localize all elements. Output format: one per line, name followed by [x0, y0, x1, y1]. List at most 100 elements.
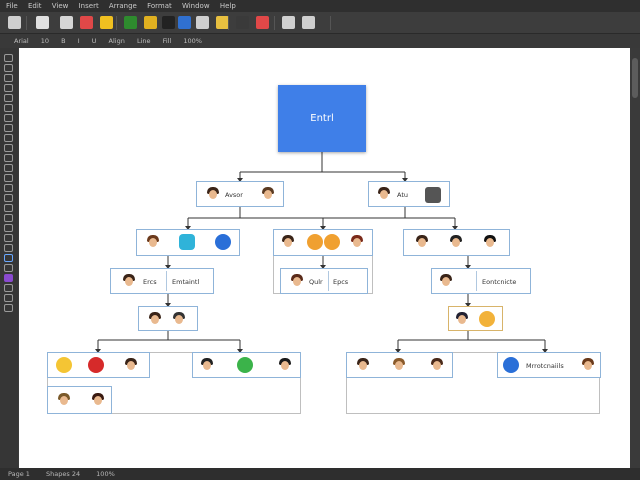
- toolbar-button-12[interactable]: [236, 16, 249, 29]
- org-node-l3-right[interactable]: Eontcnicte: [431, 268, 531, 294]
- node-label: Eontcnicte: [482, 278, 517, 286]
- org-node-l2-left[interactable]: [136, 229, 240, 256]
- tool-palette-button-22[interactable]: [4, 264, 13, 272]
- org-node-l3-left[interactable]: Ercs Emtaintl: [110, 268, 214, 294]
- toolbar-button-7[interactable]: [144, 16, 157, 29]
- tool-palette-button-25[interactable]: [4, 294, 13, 302]
- avatar: [349, 234, 365, 250]
- node-divider: [166, 271, 167, 291]
- emoji-icon: [324, 234, 340, 250]
- font-family-select[interactable]: Arial: [14, 37, 29, 45]
- toolbar-button-3[interactable]: [60, 16, 73, 29]
- tool-palette-button-17[interactable]: [4, 214, 13, 222]
- avatar: [121, 273, 137, 289]
- plant-icon: [237, 357, 253, 373]
- font-size-select[interactable]: 10: [41, 37, 49, 45]
- org-node-l5-e[interactable]: Mrrotcnaiils: [497, 352, 601, 378]
- toolbar-button-2[interactable]: [36, 16, 49, 29]
- org-node-l1-right[interactable]: Atu: [368, 181, 450, 207]
- emoji-icon: [479, 311, 495, 327]
- menu-item-help[interactable]: Help: [220, 2, 236, 10]
- tool-palette-button-2[interactable]: [4, 64, 13, 72]
- toolbar: [0, 12, 640, 34]
- fill-button[interactable]: Fill: [163, 37, 172, 45]
- tool-palette-button-14[interactable]: [4, 184, 13, 192]
- menu-item-format[interactable]: Format: [147, 2, 172, 10]
- align-button[interactable]: Align: [109, 37, 125, 45]
- tool-palette-button-21[interactable]: [4, 254, 13, 262]
- menu-item-arrange[interactable]: Arrange: [109, 2, 137, 10]
- org-node-l2-mid[interactable]: [273, 229, 373, 256]
- tool-palette-button-6[interactable]: [4, 104, 13, 112]
- org-node-l5-b[interactable]: [47, 386, 112, 414]
- tool-palette-button-1[interactable]: [4, 54, 13, 62]
- avatar: [145, 234, 161, 250]
- tool-palette-button-15[interactable]: [4, 194, 13, 202]
- toolbar-button-1[interactable]: [8, 16, 21, 29]
- tool-palette-button-13[interactable]: [4, 174, 13, 182]
- tool-palette-button-7[interactable]: [4, 114, 13, 122]
- tool-palette-button-20[interactable]: [4, 244, 13, 252]
- menu-item-insert[interactable]: Insert: [79, 2, 99, 10]
- org-node-l3-mid[interactable]: Qulr Epcs: [280, 268, 368, 294]
- underline-button[interactable]: U: [92, 37, 97, 45]
- tool-palette-button-26[interactable]: [4, 304, 13, 312]
- format-bar: Arial 10 B I U Align Line Fill 100%: [0, 34, 640, 48]
- avatar: [482, 234, 498, 250]
- toolbar-button-10[interactable]: [196, 16, 209, 29]
- tool-palette-button-24[interactable]: [4, 284, 13, 292]
- avatar: [448, 234, 464, 250]
- tool-palette-button-10[interactable]: [4, 144, 13, 152]
- scrollbar-thumb[interactable]: [632, 58, 638, 98]
- avatar: [260, 186, 276, 202]
- zoom-select[interactable]: 100%: [183, 37, 202, 45]
- menu-item-view[interactable]: View: [52, 2, 69, 10]
- tool-palette-button-18[interactable]: [4, 224, 13, 232]
- org-node-l4-right[interactable]: [448, 306, 503, 331]
- menu-item-window[interactable]: Window: [182, 2, 210, 10]
- org-node-l4-left[interactable]: [138, 306, 198, 331]
- tool-palette-button-19[interactable]: [4, 234, 13, 242]
- org-node-l1-left[interactable]: Avsor: [196, 181, 284, 207]
- org-node-l2-right[interactable]: [403, 229, 510, 256]
- avatar: [355, 357, 371, 373]
- tool-palette-button-5[interactable]: [4, 94, 13, 102]
- avatar: [580, 357, 596, 373]
- tool-palette-button-9[interactable]: [4, 134, 13, 142]
- root-node[interactable]: Entrl: [278, 85, 366, 152]
- tool-palette-button-4[interactable]: [4, 84, 13, 92]
- toolbar-button-6[interactable]: [124, 16, 137, 29]
- org-node-l5-a[interactable]: [47, 352, 150, 378]
- toolbar-button-4[interactable]: [80, 16, 93, 29]
- root-node-label: Entrl: [310, 113, 334, 124]
- tool-palette-button-16[interactable]: [4, 204, 13, 212]
- tool-palette: [0, 48, 18, 468]
- avatar: [414, 234, 430, 250]
- org-node-l5-d[interactable]: [346, 352, 453, 378]
- toolbar-button-15[interactable]: [302, 16, 315, 29]
- org-node-l5-c[interactable]: [192, 352, 301, 378]
- tool-palette-button-3[interactable]: [4, 74, 13, 82]
- bold-button[interactable]: B: [61, 37, 65, 45]
- avatar: [280, 234, 296, 250]
- tool-palette-button-8[interactable]: [4, 124, 13, 132]
- menu-bar: File Edit View Insert Arrange Format Win…: [0, 0, 640, 12]
- vertical-scrollbar[interactable]: [630, 48, 640, 468]
- toolbar-separator: [116, 16, 117, 30]
- menu-item-edit[interactable]: Edit: [28, 2, 42, 10]
- tool-palette-button-11[interactable]: [4, 154, 13, 162]
- tool-palette-button-23[interactable]: [4, 274, 13, 282]
- tool-palette-button-12[interactable]: [4, 164, 13, 172]
- node-divider: [328, 271, 329, 291]
- menu-item-file[interactable]: File: [6, 2, 18, 10]
- toolbar-button-8[interactable]: [162, 16, 175, 29]
- toolbar-button-9[interactable]: [178, 16, 191, 29]
- toolbar-button-13[interactable]: [256, 16, 269, 29]
- toolbar-button-5[interactable]: [100, 16, 113, 29]
- line-style-button[interactable]: Line: [137, 37, 151, 45]
- node-label: Mrrotcnaiils: [526, 362, 564, 370]
- toolbar-button-14[interactable]: [282, 16, 295, 29]
- avatar: [429, 357, 445, 373]
- status-bar: Page 1 Shapes 24 100%: [0, 468, 640, 480]
- italic-button[interactable]: I: [78, 37, 80, 45]
